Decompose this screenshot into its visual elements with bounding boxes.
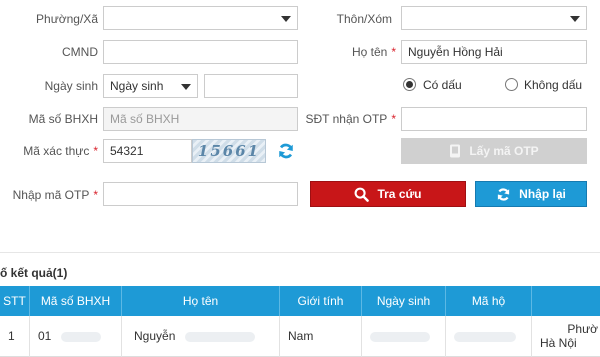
column-header-name: Họ tên bbox=[122, 286, 280, 316]
column-header-stt: STT bbox=[0, 286, 30, 316]
bhxh-label: Mã số BHXH bbox=[28, 112, 98, 126]
reset-button[interactable]: Nhập lại bbox=[475, 181, 587, 207]
phone-label: SĐT nhận OTP * bbox=[300, 112, 397, 126]
name-input[interactable]: Nguyễn Hồng Hải bbox=[401, 40, 587, 64]
required-mark: * bbox=[93, 188, 98, 202]
ward-label: Phường/Xã bbox=[36, 12, 98, 26]
captcha-label: Mã xác thực * bbox=[10, 144, 98, 158]
cell-stt: 1 bbox=[0, 316, 30, 357]
column-header-bhxh: Mã số BHXH bbox=[30, 286, 122, 316]
search-button[interactable]: Tra cứu bbox=[310, 181, 466, 207]
get-otp-label: Lấy mã OTP bbox=[469, 144, 539, 158]
phone-label-text: SĐT nhận OTP bbox=[305, 112, 388, 126]
search-label: Tra cứu bbox=[377, 187, 422, 201]
name-label-text: Họ tên bbox=[351, 45, 388, 59]
cell-bhxh-text: 01 bbox=[38, 329, 52, 343]
captcha-label-text: Mã xác thực bbox=[23, 144, 90, 158]
redacted-block bbox=[184, 331, 255, 342]
column-header-dob: Ngày sinh bbox=[362, 286, 446, 316]
refresh-icon[interactable] bbox=[277, 142, 295, 160]
cmnd-input[interactable] bbox=[103, 40, 298, 64]
cell-address: Phườ Hà Nội bbox=[532, 316, 600, 357]
phone-input[interactable] bbox=[401, 107, 587, 131]
section-divider bbox=[0, 252, 600, 253]
required-mark: * bbox=[391, 112, 396, 126]
dob-type-select[interactable]: Ngày sinh bbox=[103, 74, 198, 98]
cmnd-label: CMND bbox=[62, 45, 98, 59]
captcha-input[interactable]: 54321 bbox=[103, 139, 192, 163]
table-row[interactable]: 1 01 Nguyễn Nam Phườ Hà Nội bbox=[0, 316, 600, 357]
accent-off-radio[interactable] bbox=[505, 78, 518, 91]
cell-name: Nguyễn bbox=[122, 316, 280, 357]
column-header-address bbox=[532, 286, 600, 316]
accent-on-label: Có dấu bbox=[423, 78, 462, 92]
refresh-icon bbox=[498, 187, 510, 201]
required-mark: * bbox=[93, 144, 98, 158]
results-table-header: STT Mã số BHXH Họ tên Giới tính Ngày sin… bbox=[0, 286, 600, 316]
phone-icon bbox=[450, 144, 461, 158]
otp-input[interactable] bbox=[103, 182, 298, 206]
hamlet-select[interactable] bbox=[401, 6, 587, 30]
chevron-down-icon bbox=[570, 16, 580, 22]
cell-dob bbox=[362, 316, 446, 357]
dob-input[interactable] bbox=[204, 74, 298, 98]
column-header-gender: Giới tính bbox=[280, 286, 362, 316]
reset-label: Nhập lại bbox=[519, 187, 566, 201]
hamlet-label: Thôn/Xóm bbox=[336, 12, 392, 26]
otp-label: Nhập mã OTP * bbox=[0, 188, 98, 202]
cell-address-line2: Hà Nội bbox=[540, 336, 577, 350]
dob-type-value: Ngày sinh bbox=[110, 79, 164, 93]
search-icon bbox=[355, 187, 370, 202]
cell-gender: Nam bbox=[280, 316, 362, 357]
chevron-down-icon bbox=[181, 84, 191, 90]
cell-address-line1: Phườ bbox=[567, 322, 598, 336]
accent-on-radio[interactable] bbox=[403, 78, 416, 91]
redacted-block bbox=[370, 331, 430, 342]
column-header-household: Mã hộ bbox=[446, 286, 532, 316]
bhxh-input[interactable]: Mã số BHXH bbox=[103, 107, 298, 131]
otp-label-text: Nhập mã OTP bbox=[12, 188, 90, 202]
chevron-down-icon bbox=[281, 16, 291, 22]
accent-off-label: Không dấu bbox=[524, 78, 583, 92]
cell-name-text: Nguyễn bbox=[134, 329, 176, 343]
redacted-block bbox=[454, 331, 516, 342]
ward-select[interactable] bbox=[103, 6, 298, 30]
get-otp-button[interactable]: Lấy mã OTP bbox=[401, 138, 587, 164]
captcha-image: 15661 bbox=[192, 139, 266, 163]
dob-label: Ngày sinh bbox=[44, 79, 98, 93]
cell-bhxh: 01 bbox=[30, 316, 122, 357]
results-count-title: ố kết quả(1) bbox=[0, 266, 68, 280]
required-mark: * bbox=[391, 45, 396, 59]
cell-household bbox=[446, 316, 532, 357]
name-label: Họ tên * bbox=[300, 45, 396, 59]
redacted-block bbox=[60, 331, 101, 342]
